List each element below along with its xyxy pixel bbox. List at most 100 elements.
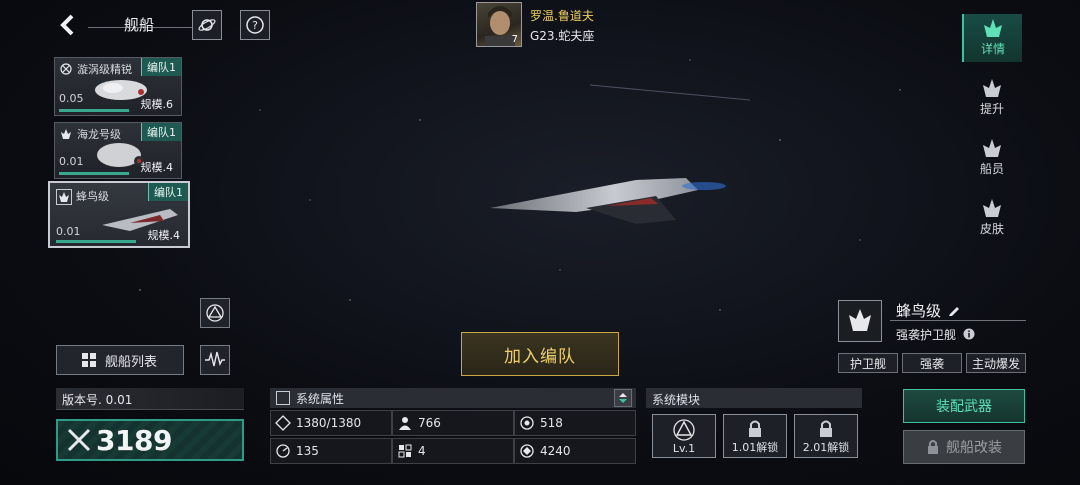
module-slot-label: 2.01解锁 <box>802 441 850 454</box>
ship-modify-button[interactable]: 舰船改装 <box>903 430 1025 464</box>
ship-progress-bar <box>56 240 136 243</box>
commander-avatar[interactable]: 7 <box>476 2 522 47</box>
ship-scale: 规模.6 <box>140 98 174 111</box>
waveform-button[interactable] <box>200 345 230 375</box>
back-button[interactable] <box>56 12 82 38</box>
ship-card-selected[interactable]: 蜂鸟级 编队1 0.01 规模.4 <box>48 181 190 248</box>
nav-crew[interactable]: 船员 <box>962 138 1022 177</box>
attr-cell: 135 <box>270 438 392 464</box>
ship-tag: 护卫舰 <box>838 353 898 373</box>
attr-value: 135 <box>296 444 319 458</box>
attr-cell: 4 <box>392 438 514 464</box>
lock-icon <box>928 440 938 454</box>
ship-class-icon <box>56 189 72 205</box>
fleet-badge: 编队1 <box>148 183 188 201</box>
ship-model <box>490 178 726 224</box>
commander-location: G23.蛇夫座 <box>530 29 595 43</box>
attr-toggle-icon <box>276 391 290 405</box>
ship-class-icon <box>59 127 73 141</box>
ship-version: 0.05 <box>59 92 84 105</box>
attr-value: 4240 <box>540 444 571 458</box>
ship-tag: 强袭 <box>902 353 962 373</box>
lock-icon <box>820 420 832 437</box>
flag-icon <box>398 444 412 458</box>
crown-emblem-icon <box>849 309 871 331</box>
module-emblem-icon <box>673 419 695 441</box>
ship-details-icon <box>984 19 1002 37</box>
edit-icon[interactable] <box>948 304 960 316</box>
module-slot-label: Lv.1 <box>672 442 696 455</box>
ship-scale: 规模.4 <box>147 229 181 242</box>
ship-progress-bar <box>59 172 129 175</box>
vortex-icon <box>59 62 73 76</box>
commander-level: 7 <box>511 34 518 45</box>
module-slot-locked[interactable]: 1.01解锁 <box>723 414 787 458</box>
nav-label: 船员 <box>979 162 1004 176</box>
join-fleet-button[interactable]: 加入编队 <box>461 332 619 376</box>
ship-version: 0.01 <box>59 155 84 168</box>
formation-button[interactable] <box>200 298 230 328</box>
radar-icon <box>520 444 534 458</box>
ship-info-divider <box>890 320 1026 321</box>
module-slot[interactable]: Lv.1 <box>652 414 716 458</box>
attr-cell: 766 <box>392 410 514 436</box>
info-icon[interactable] <box>963 328 975 340</box>
shield-icon <box>520 416 534 430</box>
ship-list-label: 舰船列表 <box>105 354 158 370</box>
waveform-icon <box>205 351 225 367</box>
grid-icon <box>82 353 96 367</box>
triangle-emblem-icon <box>206 304 224 322</box>
module-slot-locked[interactable]: 2.01解锁 <box>794 414 858 458</box>
ship-name-text: 蜂鸟级 <box>896 302 942 320</box>
nav-label: 皮肤 <box>979 222 1004 236</box>
ship-modify-label: 舰船改装 <box>946 440 1002 456</box>
attr-cell: 4240 <box>514 438 636 464</box>
combat-power-box: 3189 <box>56 419 244 461</box>
ship-scale: 规模.4 <box>140 161 174 174</box>
module-slot-label: 1.01解锁 <box>731 441 779 454</box>
ship-card[interactable]: 海龙号级 编队1 0.01 规模.4 <box>54 122 182 179</box>
ship-info-type: 强袭护卫舰 <box>896 326 975 343</box>
svg-text:?: ? <box>252 19 258 32</box>
attr-value: 4 <box>418 444 426 458</box>
attr-cell: 518 <box>514 410 636 436</box>
attr-value: 1380/1380 <box>296 416 362 430</box>
ship-card[interactable]: 漩涡级精锐 编队1 0.05 规模.6 <box>54 57 182 116</box>
combat-power-value: 3189 <box>96 423 172 457</box>
nav-label: 详情 <box>980 42 1005 56</box>
planet-icon <box>198 19 216 31</box>
skin-icon <box>983 199 1001 217</box>
attr-cell: 1380/1380 <box>270 410 392 436</box>
page-title: 舰船 <box>124 16 155 34</box>
ship-list-button[interactable]: 舰船列表 <box>56 345 184 375</box>
system-module-title: 系统模块 <box>646 388 862 408</box>
crew-icon <box>983 139 1001 157</box>
help-button[interactable]: ? <box>240 10 270 40</box>
commander-name: 罗温.鲁道夫 <box>530 9 594 23</box>
upgrade-icon <box>983 79 1001 97</box>
ship-class-emblem <box>838 300 882 342</box>
ship-tag: 主动爆发 <box>966 353 1026 373</box>
expand-button[interactable] <box>614 389 632 407</box>
chevron-left-icon <box>60 14 74 36</box>
version-label: 版本号. 0.01 <box>56 388 244 410</box>
attr-value: 518 <box>540 416 563 430</box>
lock-icon <box>749 420 761 437</box>
nav-label: 提升 <box>979 102 1004 116</box>
system-attr-grid: 1380/1380 766 518 135 4 4240 <box>270 410 636 464</box>
crossed-swords-icon <box>67 428 91 452</box>
crew-icon <box>399 417 411 430</box>
speed-icon <box>276 444 290 458</box>
help-icon: ? <box>246 16 264 34</box>
planet-button[interactable] <box>192 10 222 40</box>
ship-info-name: 蜂鸟级 <box>896 300 960 321</box>
sort-icon <box>619 393 627 403</box>
equip-weapon-button[interactable]: 装配武器 <box>903 389 1025 423</box>
system-attr-header: 系统属性 <box>270 388 636 408</box>
nav-skin[interactable]: 皮肤 <box>962 198 1022 237</box>
nav-details[interactable]: 详情 <box>962 14 1022 62</box>
attr-value: 766 <box>418 416 441 430</box>
system-attr-title: 系统属性 <box>296 391 345 406</box>
armor-icon <box>275 415 291 431</box>
nav-upgrade[interactable]: 提升 <box>962 78 1022 117</box>
